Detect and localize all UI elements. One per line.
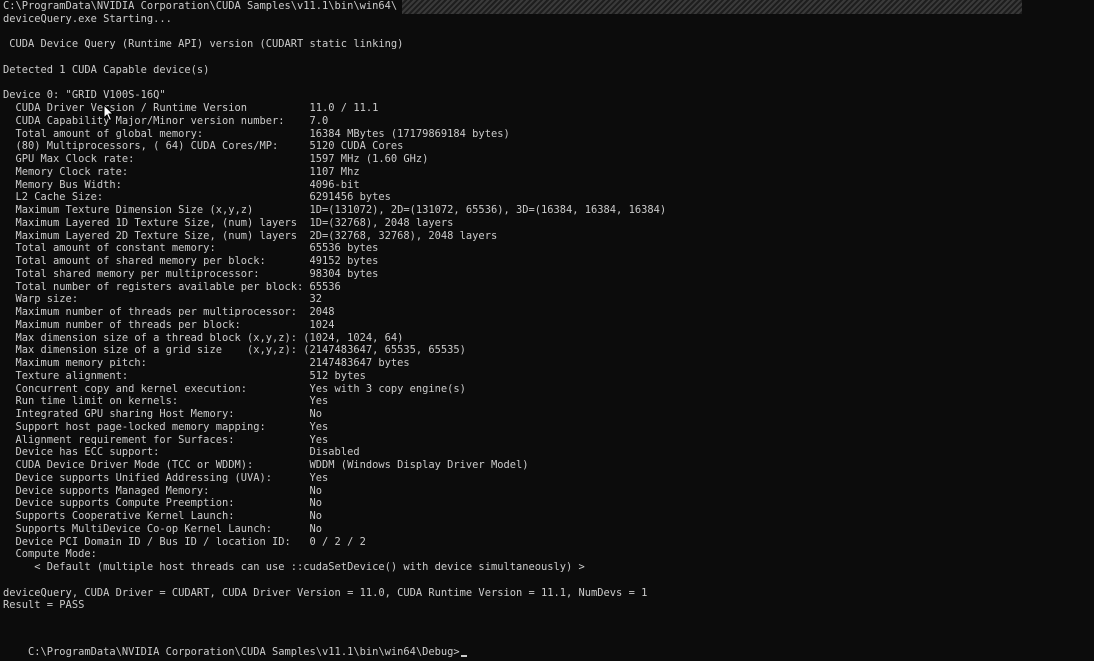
console-line: CUDA Device Driver Mode (TCC or WDDM): W… (3, 459, 529, 471)
console-line: Device has ECC support: Disabled (3, 446, 360, 459)
console-line: Max dimension size of a thread block (x,… (3, 331, 404, 344)
console-line: Result = PASS (3, 599, 85, 612)
text-cursor (460, 654, 467, 657)
console-line: Device supports Unified Addressing (UVA)… (3, 471, 329, 484)
console-line: Supports MultiDevice Co-op Kernel Launch… (3, 522, 323, 535)
console-line: GPU Max Clock rate: 1597 MHz (1.60 GHz) (3, 153, 429, 165)
console-line: Total shared memory per multiprocessor: … (3, 267, 379, 280)
console-line: Texture alignment: 512 bytes (3, 369, 366, 382)
console-line: Support host page-locked memory mapping:… (3, 420, 329, 433)
console-line: Device PCI Domain ID / Bus ID / location… (3, 535, 366, 548)
console-line: Maximum Texture Dimension Size (x,y,z) 1… (3, 204, 667, 216)
console-line: CUDA Capability Major/Minor version numb… (3, 114, 329, 127)
console-line: CUDA Driver Version / Runtime Version 11… (3, 102, 379, 114)
console-line: (80) Multiprocessors, ( 64) CUDA Cores/M… (3, 140, 404, 153)
console-line: Max dimension size of a grid size (x,y,z… (3, 344, 466, 357)
console-line: deviceQuery.exe Starting... (3, 12, 172, 25)
console-window[interactable]: C:\ProgramData\NVIDIA Corporation\CUDA S… (0, 0, 1094, 661)
console-line: Maximum memory pitch: 2147483647 bytes (3, 357, 410, 369)
console-line: Warp size: 32 (3, 293, 323, 306)
console-line: Supports Cooperative Kernel Launch: No (3, 510, 323, 522)
console-line: Total amount of global memory: 16384 MBy… (3, 127, 510, 140)
console-line: L2 Cache Size: 6291456 bytes (3, 191, 391, 204)
console-line: < Default (multiple host threads can use… (3, 561, 585, 573)
console-line: Alignment requirement for Surfaces: Yes (3, 433, 329, 446)
mouse-pointer-icon (103, 104, 115, 122)
console-line: Maximum Layered 2D Texture Size, (num) l… (3, 229, 498, 242)
prompt-text: C:\ProgramData\NVIDIA Corporation\CUDA S… (28, 645, 460, 658)
console-line: Total number of registers available per … (3, 280, 341, 293)
console-line: Integrated GPU sharing Host Memory: No (3, 408, 323, 420)
console-line: Maximum Layered 1D Texture Size, (num) l… (3, 216, 454, 229)
console-line: Detected 1 CUDA Capable device(s) (3, 63, 210, 76)
console-line: Total amount of shared memory per block:… (3, 255, 379, 267)
console-line: Compute Mode: (3, 548, 97, 561)
console-line: C:\ProgramData\NVIDIA Corporation\CUDA S… (3, 0, 398, 12)
console-line: Device supports Managed Memory: No (3, 484, 323, 497)
console-line: deviceQuery, CUDA Driver = CUDART, CUDA … (3, 586, 648, 599)
command-prompt[interactable]: C:\ProgramData\NVIDIA Corporation\CUDA S… (3, 633, 467, 658)
console-line: Device supports Compute Preemption: No (3, 497, 323, 510)
console-line: Memory Bus Width: 4096-bit (3, 178, 360, 191)
console-line: Maximum number of threads per multiproce… (3, 306, 335, 318)
console-line: Run time limit on kernels: Yes (3, 395, 329, 408)
title-bar-overlay (402, 0, 1022, 14)
console-line: Device 0: "GRID V100S-16Q" (3, 89, 166, 102)
console-line: Total amount of constant memory: 65536 b… (3, 242, 379, 255)
console-line: Concurrent copy and kernel execution: Ye… (3, 382, 466, 395)
console-line: Memory Clock rate: 1107 Mhz (3, 165, 360, 178)
console-line: CUDA Device Query (Runtime API) version … (3, 38, 404, 51)
console-line: Maximum number of threads per block: 102… (3, 318, 335, 331)
